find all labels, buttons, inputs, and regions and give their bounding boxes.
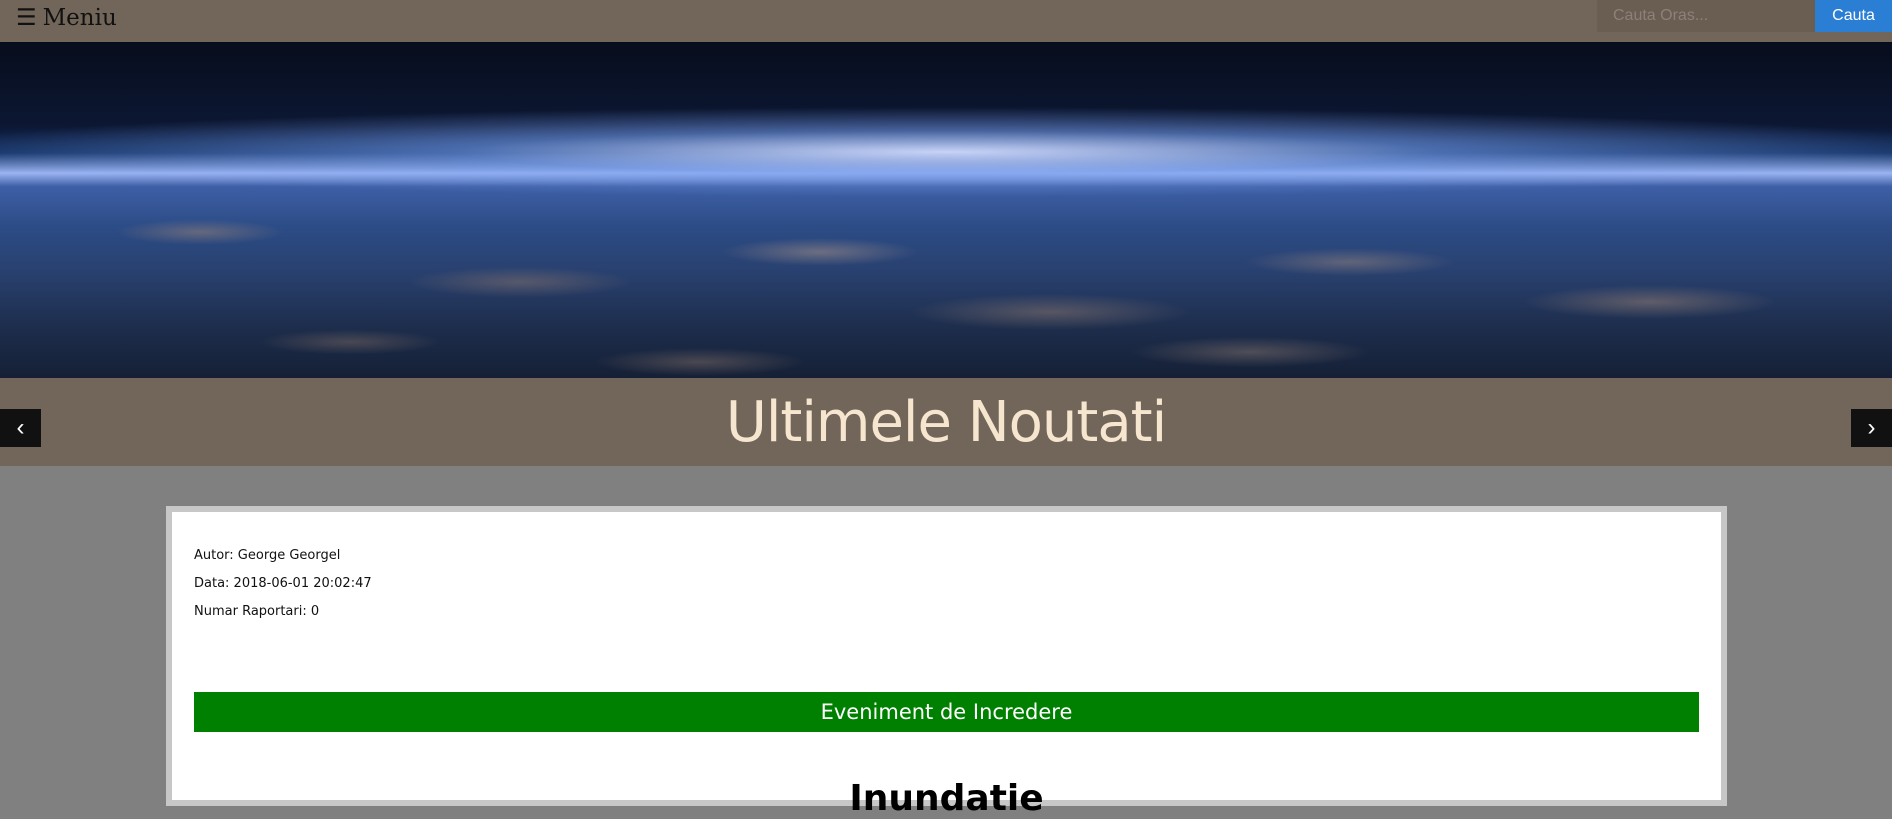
event-title: Inundatie xyxy=(849,778,1044,819)
carousel-prev-button[interactable]: ‹ xyxy=(0,409,41,447)
article-card-frame: Autor: George Georgel Data: 2018-06-01 2… xyxy=(166,506,1727,819)
carousel-next-button[interactable]: › xyxy=(1851,409,1892,447)
hero-earth-image xyxy=(0,42,1892,378)
hero-terrain-texture xyxy=(0,192,1892,378)
city-search-input[interactable] xyxy=(1597,0,1815,32)
search-button[interactable]: Cauta xyxy=(1815,0,1892,32)
article-date: Data: 2018-06-01 20:02:47 xyxy=(194,576,372,591)
carousel-caption: Ultimele Noutati xyxy=(0,378,1892,466)
hamburger-icon: ☰ xyxy=(16,5,37,31)
article-report-count: Numar Raportari: 0 xyxy=(194,604,320,619)
carousel-title: Ultimele Noutati xyxy=(725,389,1167,455)
trust-badge: Eveniment de Incredere xyxy=(194,692,1699,732)
top-navbar: ☰ Meniu Cauta xyxy=(0,0,1892,42)
article-card: Autor: George Georgel Data: 2018-06-01 2… xyxy=(172,512,1721,819)
menu-label: Meniu xyxy=(42,5,117,31)
article-author: Autor: George Georgel xyxy=(194,548,341,563)
menu-toggle[interactable]: ☰ Meniu xyxy=(16,4,117,32)
